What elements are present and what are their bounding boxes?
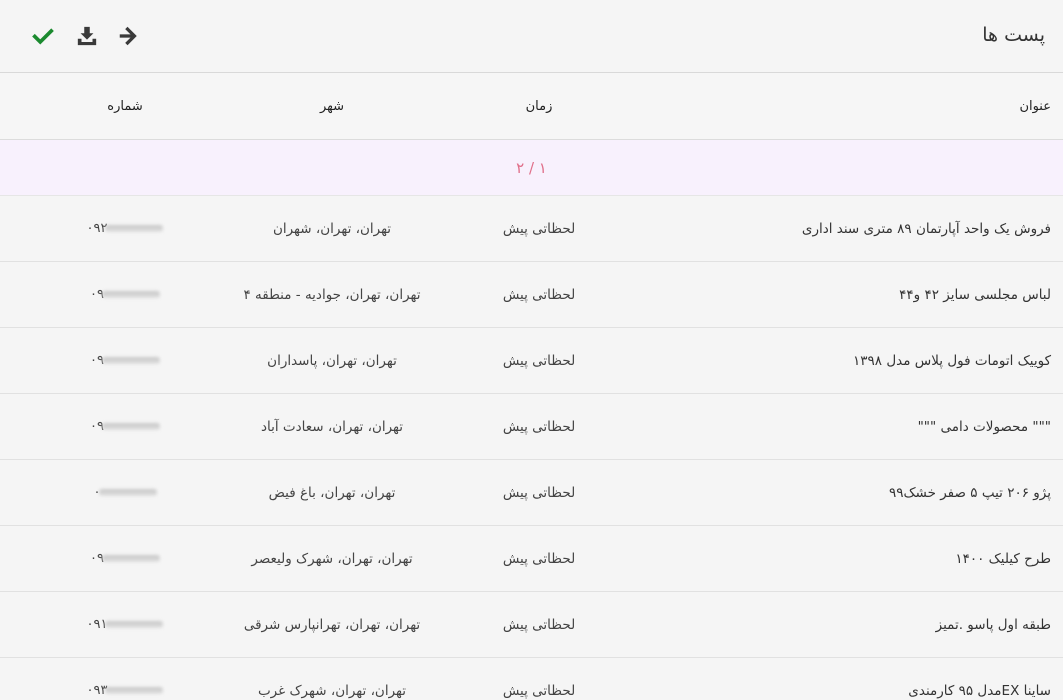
post-title: کوییک اتومات فول پلاس مدل ۱۳۹۸	[853, 352, 1051, 369]
post-city: تهران، تهران، شهران	[272, 220, 392, 237]
check-icon	[32, 28, 54, 45]
column-header-phone: شماره	[107, 98, 143, 114]
post-phone: ۰۹۲	[0, 196, 250, 261]
post-title: پژو ۲۰۶ تیپ ۵ صفر خشک۹۹	[888, 484, 1051, 501]
posts-table: عنوان زمان شهر شماره ۱ / ۲ فروش یک واحد …	[0, 73, 1063, 700]
post-phone: ۰۹	[0, 394, 250, 459]
post-title: طبقه اول پاسو .تمیز	[935, 616, 1051, 633]
phone-redaction	[101, 291, 160, 298]
post-city: تهران، تهران، تهرانپارس شرقی	[243, 616, 421, 633]
posts-page: پست ها عنوان زمان شهر شماره ۱ / ۲ فروش ی…	[0, 0, 1063, 700]
table-row[interactable]: لباس مجلسی سایز ۴۲ و۴۴ لحظاتی پیش تهران،…	[0, 262, 1063, 328]
post-time: لحظاتی پیش	[502, 352, 576, 369]
post-title: طرح کیلیک ۱۴۰۰	[955, 550, 1051, 567]
download-button[interactable]	[74, 23, 100, 49]
column-header-title: عنوان	[1019, 98, 1051, 114]
post-time: لحظاتی پیش	[502, 418, 576, 435]
post-city: تهران، تهران، شهرک غرب	[257, 682, 407, 699]
post-city: تهران، تهران، سعادت آباد	[260, 418, 404, 435]
table-header-row: عنوان زمان شهر شماره	[0, 73, 1063, 140]
pagination-row: ۱ / ۲	[0, 140, 1063, 196]
post-phone: ۰۹	[0, 526, 250, 591]
post-phone: ۰۹۱	[0, 592, 250, 657]
post-time: لحظاتی پیش	[502, 682, 576, 699]
post-phone: ۰۹	[0, 262, 250, 327]
phone-redaction	[105, 225, 164, 232]
table-row[interactable]: کوییک اتومات فول پلاس مدل ۱۳۹۸ لحظاتی پی…	[0, 328, 1063, 394]
confirm-button[interactable]	[30, 23, 56, 49]
post-city: تهران، تهران، پاسداران	[267, 352, 397, 369]
page-title: پست ها	[982, 24, 1045, 46]
download-icon	[77, 26, 97, 46]
post-city: تهران، تهران، باغ فیض	[268, 484, 396, 501]
post-title: فروش یک واحد آپارتمان ۸۹ متری سند اداری	[801, 220, 1051, 237]
column-header-time: زمان	[525, 98, 553, 114]
phone-visible-digits: ۰۹۳	[86, 683, 108, 698]
post-title: """ محصولات دامی """	[917, 418, 1051, 435]
post-phone: ۰۹۳	[0, 658, 250, 700]
phone-redaction	[105, 621, 164, 628]
post-phone: ۰	[0, 460, 250, 525]
phone-redaction	[98, 489, 157, 496]
phone-redaction	[101, 555, 160, 562]
phone-visible-digits: ۰۹۲	[86, 221, 108, 236]
phone-visible-digits: ۰۹۱	[86, 617, 108, 632]
column-header-city: شهر	[319, 98, 345, 114]
table-row[interactable]: ساینا EXمدل ۹۵ کارمندی لحظاتی پیش تهران،…	[0, 658, 1063, 700]
phone-redaction	[101, 357, 160, 364]
post-city: تهران، تهران، جوادیه - منطقه ۴	[243, 286, 421, 303]
forward-button[interactable]	[115, 23, 141, 49]
top-bar: پست ها	[0, 0, 1063, 73]
table-row[interactable]: """ محصولات دامی """ لحظاتی پیش تهران، ت…	[0, 394, 1063, 460]
arrow-right-icon	[119, 26, 137, 46]
post-time: لحظاتی پیش	[502, 550, 576, 567]
post-time: لحظاتی پیش	[502, 616, 576, 633]
post-title: لباس مجلسی سایز ۴۲ و۴۴	[899, 286, 1051, 303]
pagination-indicator: ۱ / ۲	[516, 158, 547, 177]
phone-redaction	[101, 423, 160, 430]
post-title: ساینا EXمدل ۹۵ کارمندی	[908, 682, 1051, 699]
table-row[interactable]: پژو ۲۰۶ تیپ ۵ صفر خشک۹۹ لحظاتی پیش تهران…	[0, 460, 1063, 526]
table-row[interactable]: طبقه اول پاسو .تمیز لحظاتی پیش تهران، ته…	[0, 592, 1063, 658]
post-time: لحظاتی پیش	[502, 484, 576, 501]
table-row[interactable]: طرح کیلیک ۱۴۰۰ لحظاتی پیش تهران، تهران، …	[0, 526, 1063, 592]
post-phone: ۰۹	[0, 328, 250, 393]
post-time: لحظاتی پیش	[502, 286, 576, 303]
table-row[interactable]: فروش یک واحد آپارتمان ۸۹ متری سند اداری …	[0, 196, 1063, 262]
post-city: تهران، تهران، شهرک ولیعصر	[251, 550, 413, 567]
post-time: لحظاتی پیش	[502, 220, 576, 237]
phone-redaction	[105, 687, 164, 694]
